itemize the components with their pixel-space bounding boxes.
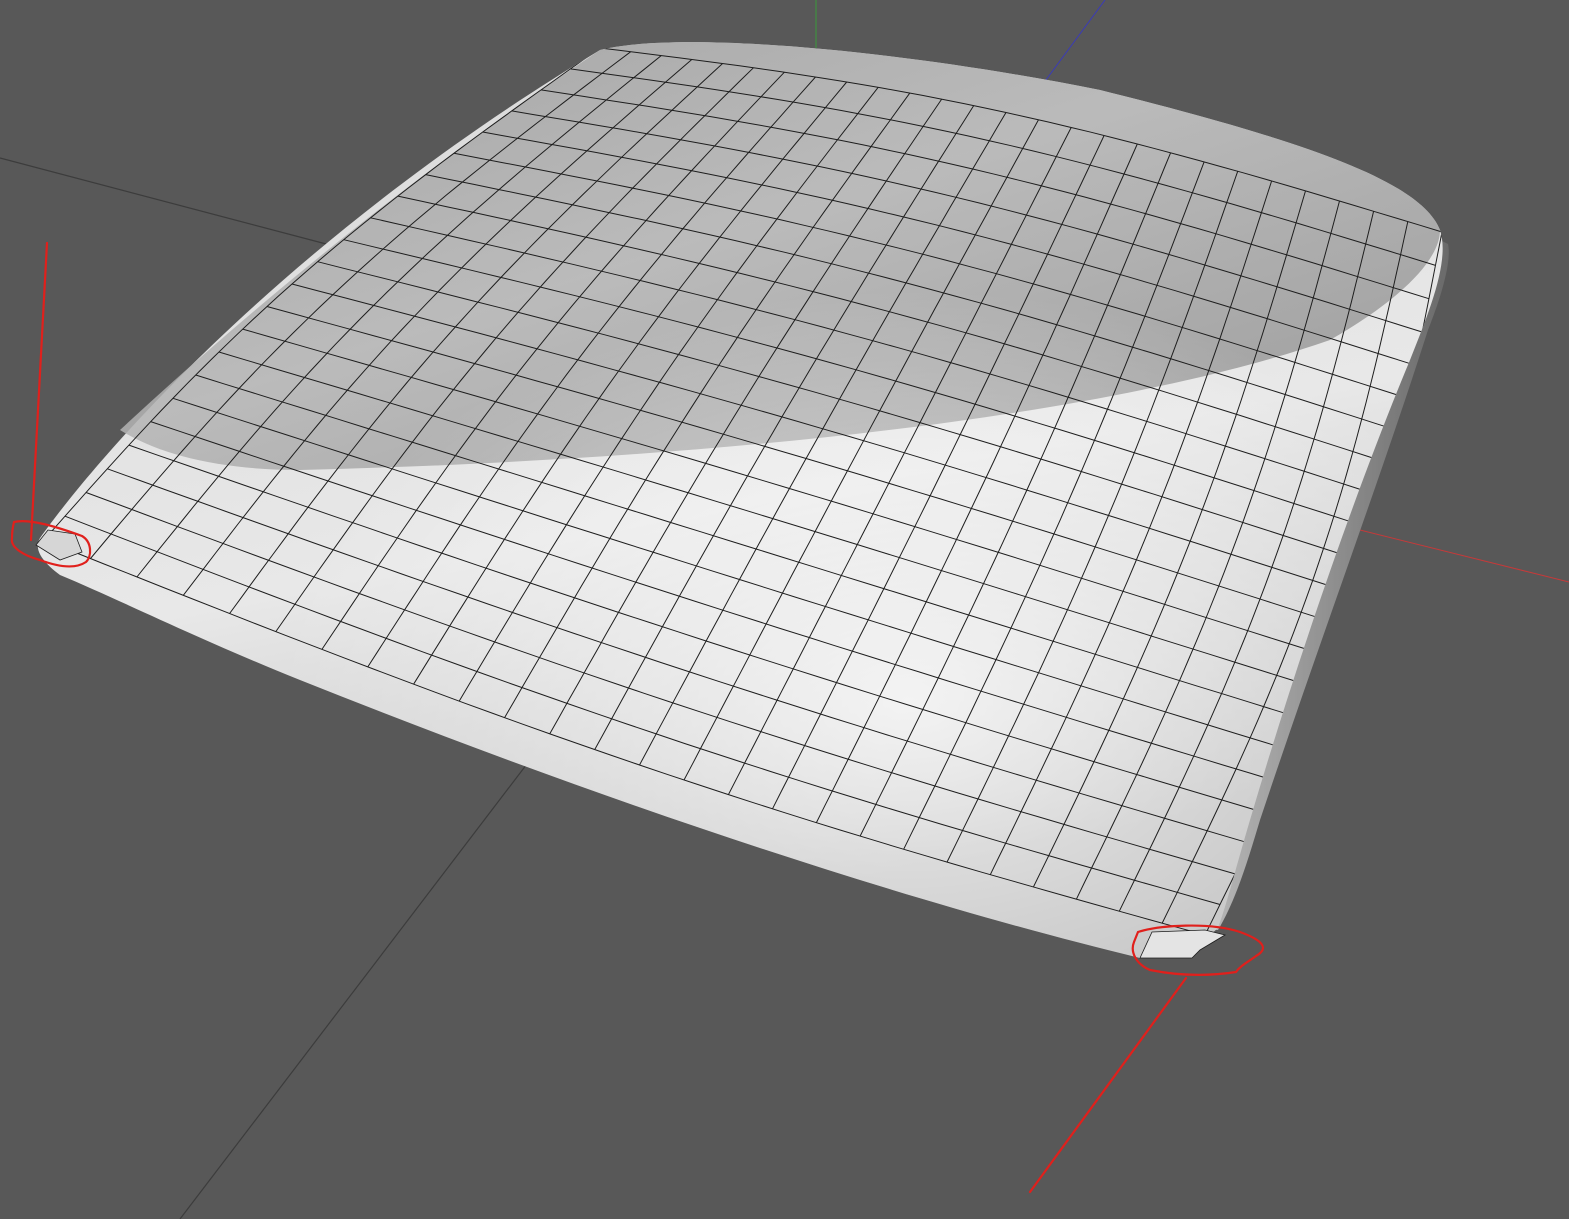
cushion-highlight	[37, 42, 1443, 958]
grid-line	[179, 759, 531, 1219]
grid-line	[0, 157, 331, 246]
cushion-mesh[interactable]	[35, 42, 1449, 959]
axis-z-line	[1039, 0, 1106, 89]
axis-x-line	[1359, 529, 1569, 583]
scene-canvas[interactable]	[0, 0, 1569, 1219]
right-pointer-line	[1028, 976, 1188, 1194]
left-pointer-line	[29, 241, 49, 542]
right-corner-flap	[1139, 929, 1227, 959]
3d-viewport[interactable]	[0, 0, 1569, 1219]
